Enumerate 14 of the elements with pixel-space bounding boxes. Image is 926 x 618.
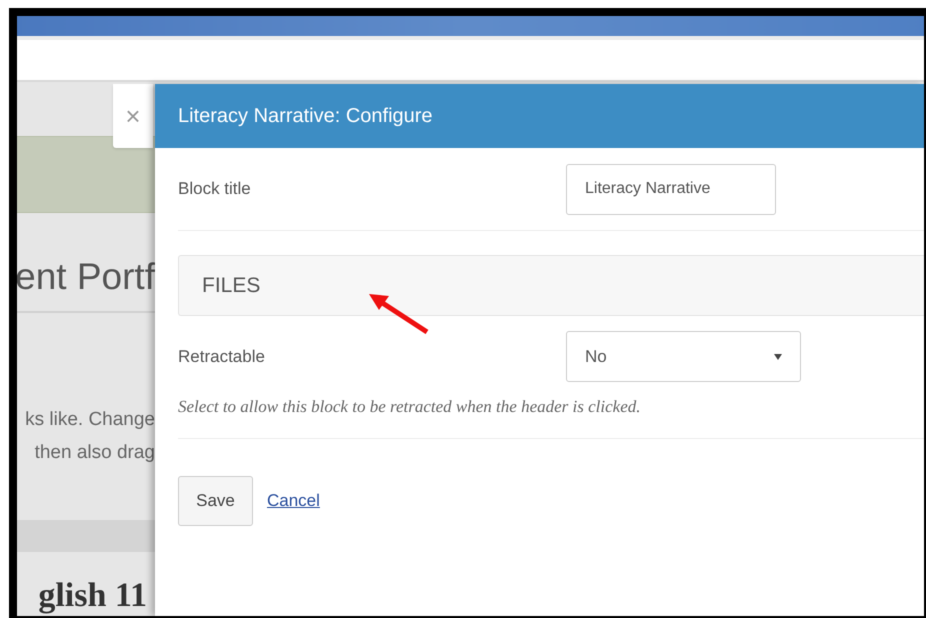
field-label: Retractable <box>178 346 266 368</box>
select-dropdown[interactable]: No <box>566 331 801 382</box>
help-text: Select to allow this block to be retracted when the header is clicked. <box>178 396 642 418</box>
files-panel: FILES <box>178 255 924 316</box>
course-title: glish 11 <box>38 576 148 616</box>
caret-icon <box>774 354 782 360</box>
cancel-link[interactable]: Cancel <box>267 488 320 514</box>
arrow-icon <box>367 292 429 334</box>
save-button[interactable]: Save <box>178 476 253 526</box>
page-text: ks like. Change <box>25 409 155 431</box>
dialog-title: Literacy Narrative: Configure <box>178 104 433 129</box>
field-label: Block title <box>178 178 252 200</box>
page-text: then also drag <box>34 442 155 464</box>
text-field[interactable]: Literacy Narrative <box>566 164 776 214</box>
